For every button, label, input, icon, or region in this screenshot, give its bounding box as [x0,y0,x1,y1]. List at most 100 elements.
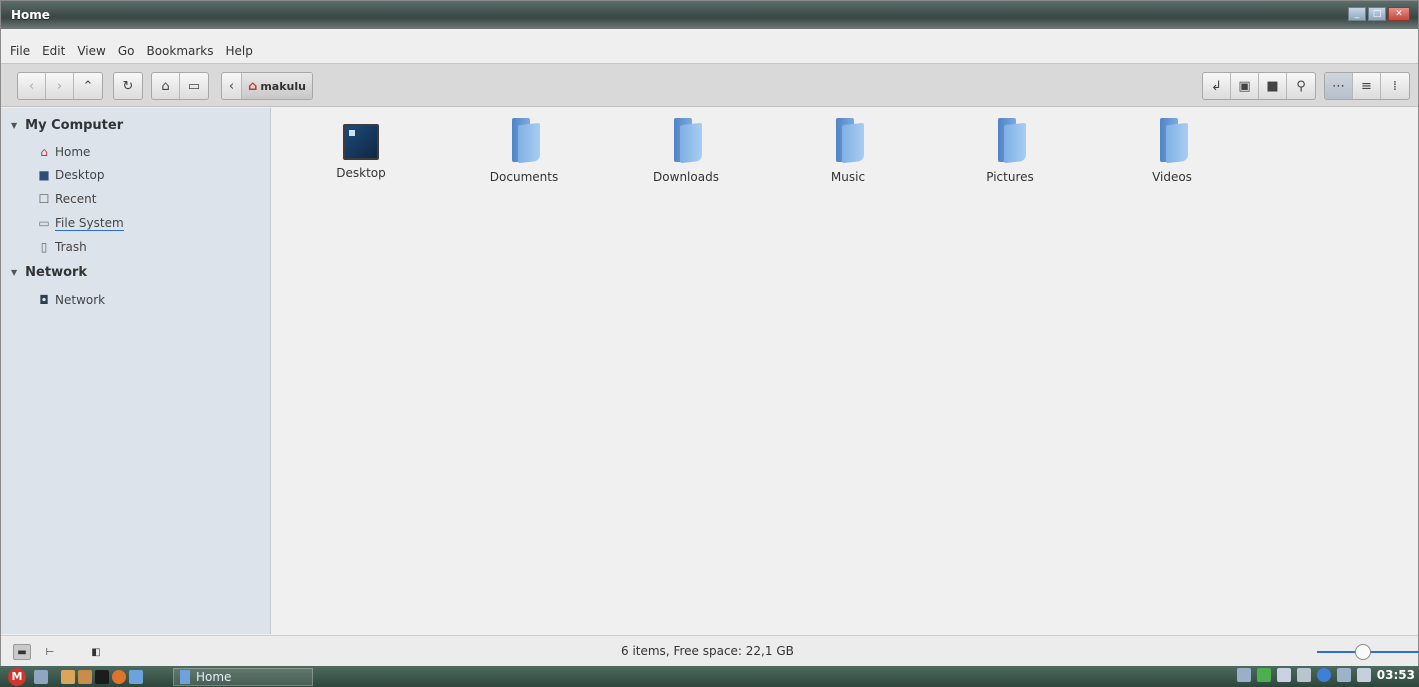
chevron-up-icon: ⌃ [82,78,94,94]
reload-button[interactable]: ↻ [114,73,142,99]
folder-icon [1156,118,1188,164]
file-manager-window: Home _ □ ✕ File Edit View Go Bookmarks H… [0,0,1419,667]
breadcrumb-item-makulu[interactable]: ⌂ makulu [242,73,312,99]
breadcrumb: ‹ ⌂ makulu [221,72,313,100]
sidebar-section-label: Network [25,265,88,280]
desktop-icon: ■ [38,168,50,182]
open-terminal-icon: ↲ [1211,78,1222,94]
minimize-button[interactable]: _ [1348,7,1366,21]
menu-help[interactable]: Help [226,44,253,58]
terminal-button[interactable]: ▣ [1231,73,1259,99]
sidebar-item-network[interactable]: ◘ Network [37,291,105,309]
start-menu-button[interactable]: M [8,667,26,686]
network-icon: ◘ [39,293,49,307]
file-item-documents[interactable]: Documents [464,118,584,184]
file-manager-launcher-icon[interactable] [61,669,75,684]
clock[interactable]: 03:53 [1377,668,1415,682]
volume-icon[interactable] [1356,668,1371,682]
network-status-icon[interactable] [1336,668,1351,682]
file-item-label: Desktop [336,166,386,180]
sidebar-item-file-system[interactable]: ▭ File System [37,214,124,232]
menu-edit[interactable]: Edit [42,44,65,58]
sidebar-item-label: File System [55,215,124,231]
list-view-button[interactable]: ≡ [1353,73,1381,99]
battery-icon[interactable] [1296,668,1311,682]
sidebar-item-desktop[interactable]: ■ Desktop [37,166,104,184]
display-icon[interactable] [1236,668,1251,682]
up-button[interactable]: ⌃ [74,73,102,99]
firefox-launcher-icon[interactable] [112,669,126,684]
update-icon[interactable] [1276,668,1291,682]
sidebar-item-label: Network [55,293,106,307]
status-text: 6 items, Free space: 22,1 GB [621,644,794,658]
sidebar-item-label: Trash [55,240,87,254]
taskbar-window-label: Home [196,669,232,684]
quick-launch [34,669,143,684]
file-item-label: Downloads [653,170,719,184]
file-item-videos[interactable]: Videos [1112,118,1232,184]
file-item-pictures[interactable]: Pictures [950,118,1070,184]
forward-button[interactable]: › [46,73,74,99]
action-button-group: ↲ ▣ ■ ⚲ [1202,72,1316,100]
title-bar[interactable]: Home _ □ ✕ [1,1,1418,29]
file-item-label: Pictures [986,170,1034,184]
file-item-label: Music [830,170,866,184]
search-button[interactable]: ⚲ [1287,73,1315,99]
hide-sidebar-button[interactable]: ◧ [87,644,105,660]
compact-view-icon: ⁞ [1392,78,1398,94]
desktop-folder-icon [343,124,379,160]
sidebar-item-label: Recent [55,192,97,206]
image-viewer-launcher-icon[interactable] [78,669,92,684]
zoom-slider-handle[interactable] [1355,644,1371,660]
taskbar: M Home 03:53 [0,666,1419,687]
view-mode-group: ⋯ ≡ ⁞ [1324,72,1410,100]
triangle-down-icon: ▼ [11,121,18,130]
menu-bookmarks[interactable]: Bookmarks [146,44,213,58]
places-icon: ▬ [17,646,27,658]
window-controls: _ □ ✕ [1348,7,1410,21]
breadcrumb-label: makulu [260,79,306,93]
sidebar-item-trash[interactable]: ▯ Trash [37,238,87,256]
chevron-right-icon: › [56,78,63,94]
list-view-icon: ≡ [1361,78,1372,94]
sidebar-section-network[interactable]: ▼ Network [11,265,87,280]
sidebar-section-my-computer[interactable]: ▼ My Computer [11,118,123,133]
home-button[interactable]: ⌂ [152,73,180,99]
computer-button[interactable]: ▭ [180,73,208,99]
computer-icon: ▭ [187,78,201,94]
icon-view-button[interactable]: ⋯ [1325,73,1353,99]
file-item-desktop[interactable]: Desktop [301,118,421,180]
file-item-downloads[interactable]: Downloads [626,118,746,184]
file-item-music[interactable]: Music [788,118,908,184]
search-icon: ⚲ [1296,78,1306,94]
sidebar-item-home[interactable]: ⌂ Home [37,143,90,161]
show-desktop-icon[interactable] [34,669,48,684]
back-button[interactable]: ‹ [18,73,46,99]
folder-launcher-icon[interactable] [129,669,143,684]
reload-button-group: ↻ [113,72,143,100]
bluetooth-icon[interactable] [1316,668,1331,682]
menu-bar: File Edit View Go Bookmarks Help [1,41,253,61]
trash-icon: ▯ [40,240,48,254]
home-icon: ⌂ [40,145,48,159]
show-tree-button[interactable]: ⊢ [41,644,59,660]
sidebar-item-label: Home [55,145,91,159]
new-folder-button[interactable]: ■ [1259,73,1287,99]
open-terminal-button[interactable]: ↲ [1203,73,1231,99]
menu-view[interactable]: View [77,44,105,58]
compact-view-button[interactable]: ⁞ [1381,73,1409,99]
taskbar-window-home[interactable]: Home [173,667,313,686]
terminal-launcher-icon[interactable] [95,669,109,684]
menu-go[interactable]: Go [118,44,135,58]
show-places-button[interactable]: ▬ [13,644,31,660]
file-item-label: Documents [489,170,559,184]
breadcrumb-prev-button[interactable]: ‹ [222,73,242,99]
status-bar: ▬ ⊢ ◧ 6 items, Free space: 22,1 GB [1,635,1419,667]
shield-icon[interactable] [1256,668,1271,682]
menu-file[interactable]: File [10,44,30,58]
maximize-button[interactable]: □ [1368,7,1386,21]
system-tray: 03:53 [1236,668,1415,682]
file-view: Desktop Documents Downloads Music Pictur… [272,108,1418,634]
sidebar-item-recent[interactable]: ☐ Recent [37,190,97,208]
close-button[interactable]: ✕ [1388,7,1410,21]
